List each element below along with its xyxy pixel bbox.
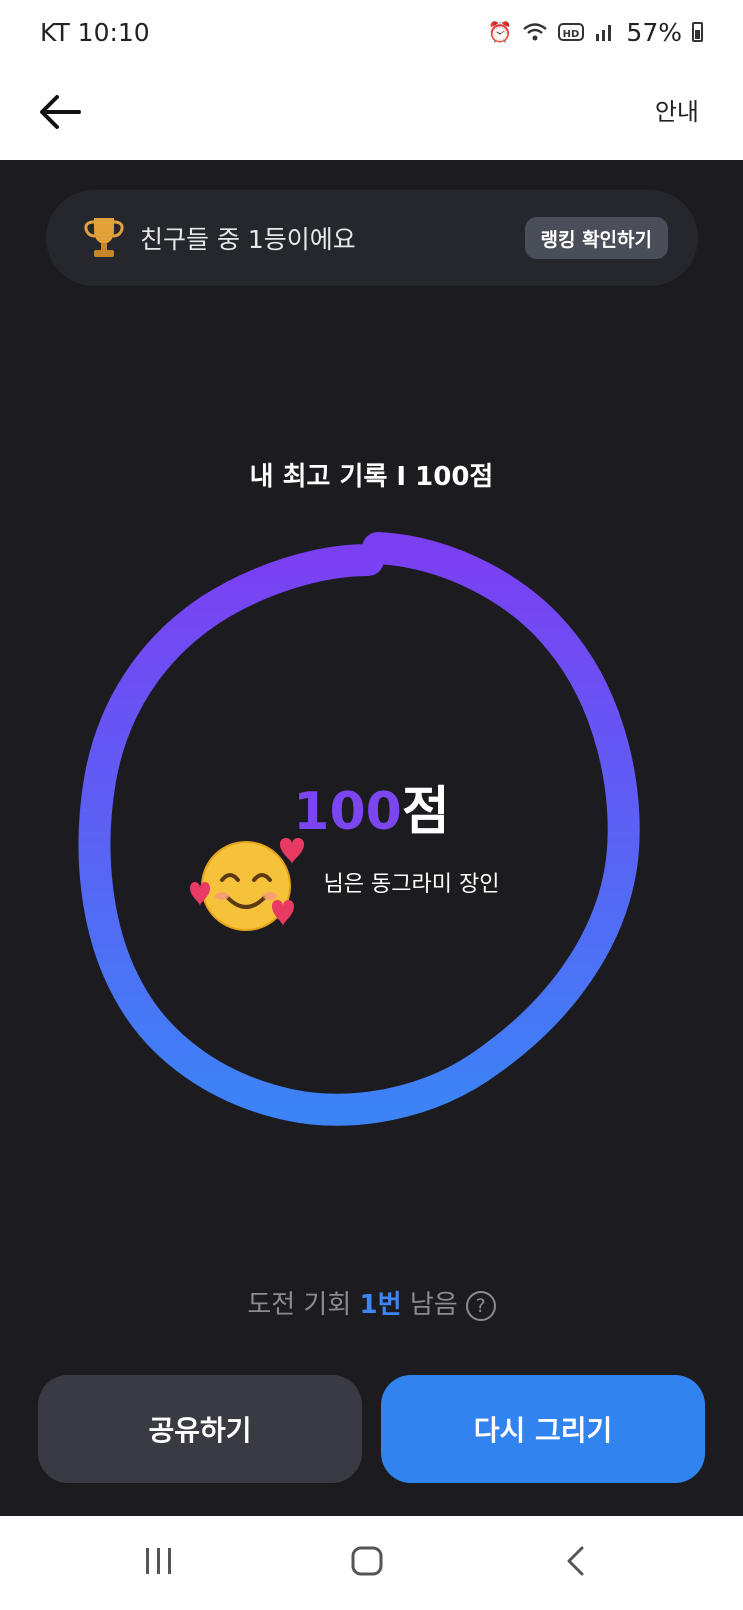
- home-icon[interactable]: [350, 1546, 384, 1576]
- drawn-circle: [78, 532, 640, 1126]
- system-nav-bar: [0, 1516, 743, 1610]
- retry-button[interactable]: 다시 그리기: [381, 1375, 705, 1483]
- score-unit: 점: [401, 782, 450, 842]
- chance-remaining: 도전 기회 1번 남음?: [0, 1284, 743, 1321]
- share-button[interactable]: 공유하기: [38, 1375, 362, 1483]
- chance-count: 1번: [359, 1290, 402, 1320]
- result-title-text: 님은 동그라미 장인: [323, 872, 500, 897]
- recent-apps-icon[interactable]: [142, 1546, 176, 1576]
- chance-prefix: 도전 기회: [247, 1290, 360, 1320]
- back-icon[interactable]: [564, 1546, 588, 1576]
- chance-suffix: 남음: [401, 1290, 458, 1320]
- score: 100점: [0, 782, 743, 842]
- smiling-face-with-hearts-emoji: [190, 838, 304, 931]
- question-circle-icon[interactable]: ?: [465, 1290, 496, 1321]
- score-number: 100: [293, 782, 402, 842]
- result-title: 님은 동그라미 장인: [0, 866, 743, 898]
